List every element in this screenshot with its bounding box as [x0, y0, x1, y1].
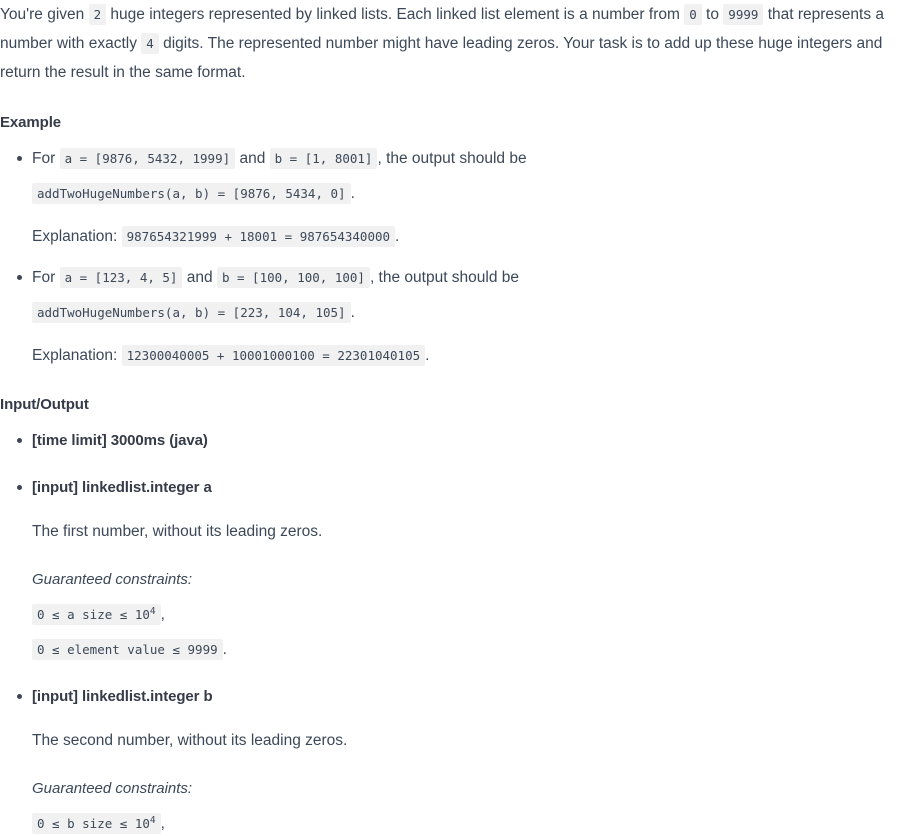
- example-a-code-2: a = [123, 4, 5]: [59, 267, 183, 288]
- and-label-1: and: [235, 150, 270, 167]
- output-label-1: , the output should be: [377, 150, 527, 167]
- intro-text-1: You're given: [0, 6, 89, 23]
- intro-max-code: 9999: [723, 4, 764, 25]
- explanation-line-2: Explanation: 12300040005 + 10001000100 =…: [32, 342, 901, 369]
- io-description-b: The second number, without its leading z…: [32, 731, 348, 749]
- intro-text-3: to: [701, 6, 724, 23]
- io-item-input-a: [input] linkedlist.integer a The first n…: [0, 474, 901, 663]
- example-list: For a = [9876, 5432, 1999] and b = [1, 8…: [0, 145, 901, 369]
- explanation-code-1: 987654321999 + 18001 = 987654340000: [121, 226, 396, 247]
- explanation-line-1: Explanation: 987654321999 + 18001 = 9876…: [32, 223, 901, 250]
- constraint-b-size: 0 ≤ b size ≤ 104,: [32, 812, 901, 836]
- constraint-a-size: 0 ≤ a size ≤ 104,: [32, 603, 901, 628]
- io-heading: Input/Output: [0, 396, 89, 413]
- constraint-a-size-sep: ,: [160, 606, 165, 623]
- explanation-label-1: Explanation:: [32, 228, 122, 245]
- constraint-a-element-text: 0 ≤ element value ≤ 9999: [37, 641, 218, 657]
- constraint-b-size-exponent: 4: [149, 814, 156, 826]
- constraints-label-a: Guaranteed constraints:: [32, 571, 193, 588]
- example-period-2: .: [350, 304, 355, 321]
- constraint-b-size-code: 0 ≤ b size ≤ 104: [32, 812, 161, 834]
- example-a-code-1: a = [9876, 5432, 1999]: [59, 148, 236, 169]
- io-item-time-limit: [time limit] 3000ms (java): [0, 427, 901, 454]
- io-title-input-a: [input] linkedlist.integer a: [32, 479, 212, 496]
- io-list: [time limit] 3000ms (java) [input] linke…: [0, 427, 901, 836]
- example-period-1: .: [350, 185, 355, 202]
- intro-paragraph: You're given 2 huge integers represented…: [0, 0, 901, 87]
- constraint-a-size-exponent: 4: [149, 605, 156, 617]
- constraints-label-b: Guaranteed constraints:: [32, 779, 193, 797]
- problem-statement-page: You're given 2 huge integers represented…: [0, 0, 911, 836]
- constraint-a-element-code: 0 ≤ element value ≤ 9999: [32, 638, 223, 660]
- io-title-input-b: [input] linkedlist.integer b: [32, 687, 213, 705]
- output-label-2: , the output should be: [369, 269, 520, 286]
- example-result-code-2: addTwoHugeNumbers(a, b) = [223, 104, 105…: [32, 302, 351, 323]
- explanation-code-2: 12300040005 + 10001000100 = 22301040105: [121, 345, 426, 366]
- for-label-2: For: [32, 269, 60, 286]
- for-label-1: For: [32, 150, 60, 167]
- example-result-line-2: addTwoHugeNumbers(a, b) = [223, 104, 105…: [32, 299, 901, 326]
- explanation-label-2: Explanation:: [32, 347, 122, 364]
- example-b-code-2: b = [100, 100, 100]: [216, 267, 370, 288]
- constraint-a-element: 0 ≤ element value ≤ 9999.: [32, 638, 901, 663]
- example-heading: Example: [0, 114, 61, 131]
- constraint-b-size-text: 0 ≤ b size ≤ 10: [37, 815, 150, 831]
- io-title-time-limit: [time limit] 3000ms (java): [32, 432, 208, 449]
- constraint-b-size-sep: ,: [160, 814, 165, 832]
- example-result-line-1: addTwoHugeNumbers(a, b) = [9876, 5434, 0…: [32, 180, 901, 207]
- intro-digits-code: 4: [141, 33, 159, 54]
- and-label-2: and: [182, 269, 217, 286]
- example-b-code-1: b = [1, 8001]: [269, 148, 378, 169]
- explanation-period-1: .: [395, 228, 400, 245]
- constraint-a-element-sep: .: [222, 640, 227, 658]
- constraint-a-size-text: 0 ≤ a size ≤ 10: [37, 607, 150, 622]
- example-item-2: For a = [123, 4, 5] and b = [100, 100, 1…: [0, 264, 901, 369]
- explanation-period-2: .: [425, 347, 430, 364]
- constraint-a-size-code: 0 ≤ a size ≤ 104: [32, 604, 161, 625]
- example-result-code-1: addTwoHugeNumbers(a, b) = [9876, 5434, 0…: [32, 183, 351, 204]
- intro-count-code: 2: [88, 4, 107, 25]
- io-item-input-b: [input] linkedlist.integer b The second …: [0, 683, 901, 836]
- example-item-1: For a = [9876, 5432, 1999] and b = [1, 8…: [0, 145, 901, 250]
- io-description-a: The first number, without its leading ze…: [32, 523, 323, 540]
- intro-text-2: huge integers represented by linked list…: [106, 6, 685, 23]
- intro-min-code: 0: [684, 4, 702, 25]
